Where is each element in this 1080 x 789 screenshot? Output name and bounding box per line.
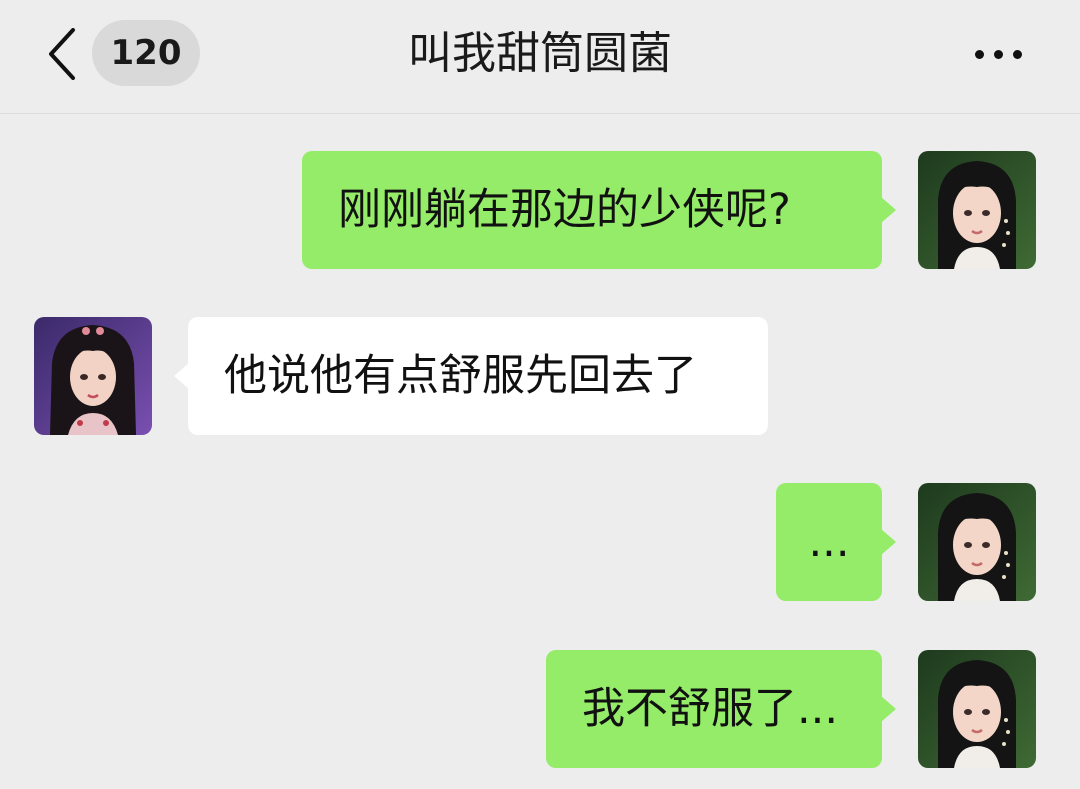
message-bubble-outgoing[interactable]: 我不舒服了... bbox=[546, 650, 896, 768]
more-options-button[interactable] bbox=[960, 28, 1036, 80]
chat-header: 120 叫我甜筒圆菌 bbox=[0, 0, 1080, 114]
avatar-girl-green-icon bbox=[918, 650, 1036, 768]
message-bubble-outgoing[interactable]: ... bbox=[776, 483, 896, 601]
unread-count-badge[interactable]: 120 bbox=[92, 20, 200, 86]
avatar-girl-purple-icon bbox=[34, 317, 152, 435]
chat-title: 叫我甜筒圆菌 bbox=[408, 28, 672, 79]
message-bubble-outgoing[interactable]: 刚刚躺在那边的少侠呢? bbox=[302, 151, 896, 269]
more-horizontal-icon bbox=[1012, 49, 1022, 59]
avatar[interactable] bbox=[918, 483, 1036, 601]
avatar[interactable] bbox=[34, 317, 152, 435]
avatar-girl-green-icon bbox=[918, 483, 1036, 601]
chevron-left-icon bbox=[49, 28, 75, 80]
back-button[interactable] bbox=[38, 24, 86, 84]
more-horizontal-icon bbox=[974, 49, 984, 59]
message-bubble-incoming[interactable]: 他说他有点舒服先回去了 bbox=[174, 317, 768, 435]
avatar[interactable] bbox=[918, 650, 1036, 768]
avatar-girl-green-icon bbox=[918, 151, 1036, 269]
more-horizontal-icon bbox=[993, 49, 1003, 59]
avatar[interactable] bbox=[918, 151, 1036, 269]
